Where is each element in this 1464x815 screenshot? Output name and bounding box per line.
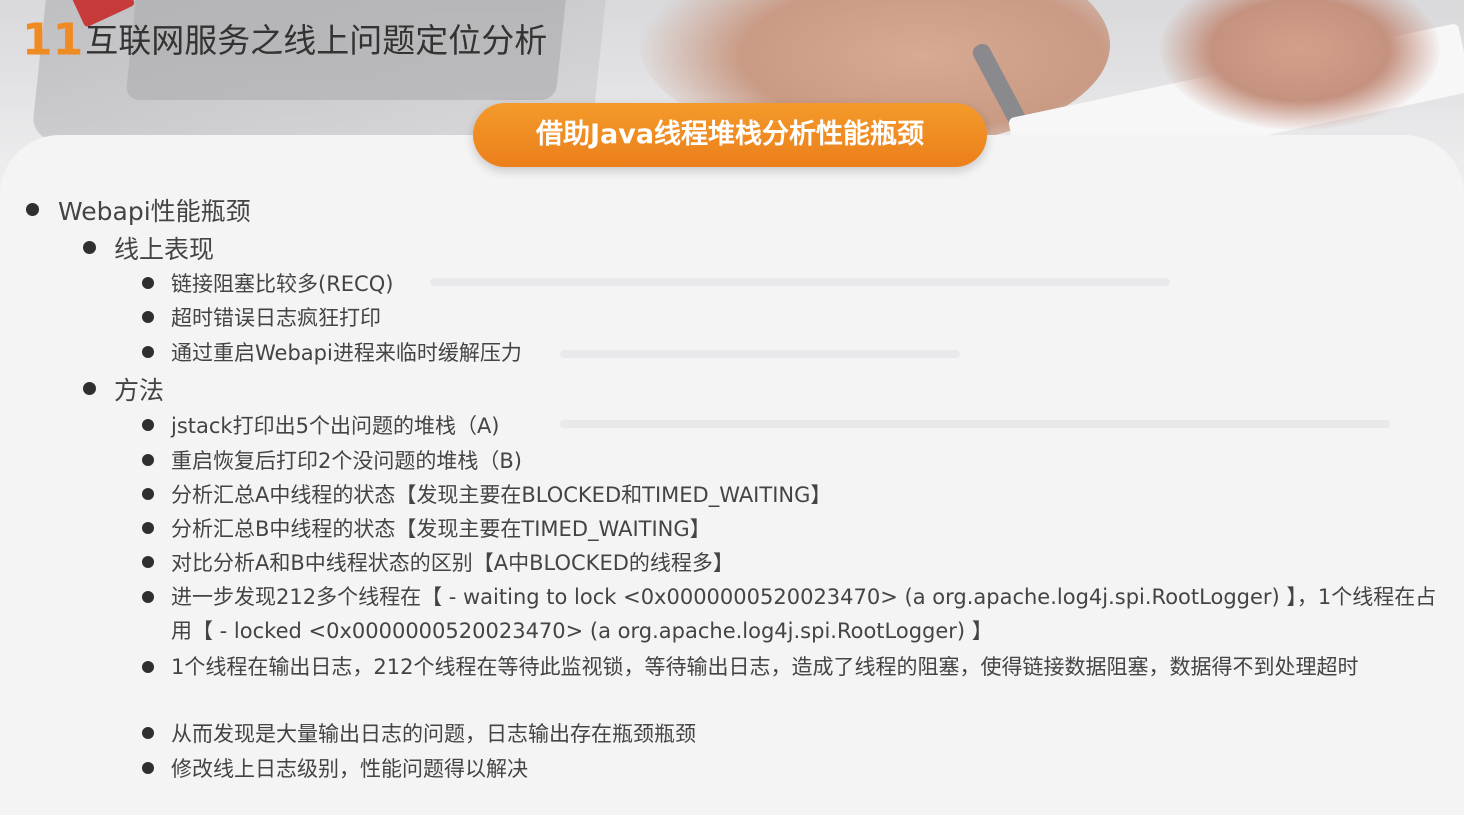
- list-item-text: 从而发现是大量输出日志的问题，日志输出存在瓶颈瓶颈: [171, 722, 696, 746]
- bullet-dot: [142, 311, 154, 323]
- outline-section-method: 方法: [83, 371, 165, 407]
- bullet-dot: [142, 277, 154, 289]
- list-item-text: 超时错误日志疯狂打印: [171, 306, 381, 330]
- list-item: 分析汇总A中线程的状态【发现主要在BLOCKED和TIMED_WAITING】: [142, 479, 832, 509]
- list-item: 超时错误日志疯狂打印: [142, 302, 381, 332]
- list-item-text: 1个线程在输出日志，212个线程在等待此监视锁，等待输出日志，造成了线程的阻塞，…: [171, 655, 1359, 679]
- list-item-text: 分析汇总A中线程的状态【发现主要在BLOCKED和TIMED_WAITING】: [171, 483, 832, 507]
- bullet-dot: [142, 488, 154, 500]
- list-item: jstack打印出5个出问题的堆栈（A): [142, 410, 500, 440]
- bullet-dot: [142, 556, 154, 568]
- list-item: 对比分析A和B中线程状态的区别【A中BLOCKED的线程多】: [142, 547, 734, 577]
- bullet-dot: [142, 762, 154, 774]
- section-label: 线上表现: [114, 235, 215, 264]
- bullet-dot: [26, 203, 39, 216]
- list-item: 修改线上日志级别，性能问题得以解决: [142, 753, 528, 783]
- outline-root-item: Webapi性能瓶颈: [26, 192, 251, 228]
- list-item: 从而发现是大量输出日志的问题，日志输出存在瓶颈瓶颈: [142, 718, 696, 748]
- list-item: 通过重启Webapi进程来临时缓解压力: [142, 337, 522, 367]
- outline-root-label: Webapi性能瓶颈: [58, 197, 251, 226]
- bullet-dot: [142, 661, 154, 673]
- list-item-text: jstack打印出5个出问题的堆栈（A): [171, 414, 500, 438]
- bullet-dot: [83, 241, 96, 254]
- list-item: 链接阻塞比较多(RECQ): [142, 268, 394, 298]
- bullet-outline: Webapi性能瓶颈 线上表现 链接阻塞比较多(RECQ) 超时错误日志疯狂打印…: [0, 0, 1464, 799]
- bullet-dot: [83, 382, 96, 395]
- list-item: 进一步发现212多个线程在【 - waiting to lock <0x0000…: [142, 580, 1456, 648]
- list-item: 重启恢复后打印2个没问题的堆栈（B): [142, 445, 522, 475]
- ghost-text-overlay: [430, 278, 1170, 286]
- bullet-dot: [142, 522, 154, 534]
- list-item-text: 进一步发现212多个线程在【 - waiting to lock <0x0000…: [171, 585, 1437, 643]
- outline-section-symptoms: 线上表现: [83, 230, 215, 266]
- list-item-text: 对比分析A和B中线程状态的区别【A中BLOCKED的线程多】: [171, 551, 734, 575]
- bullet-dot: [142, 346, 154, 358]
- ghost-text-overlay: [560, 350, 960, 358]
- bullet-dot: [142, 727, 154, 739]
- list-item-text: 分析汇总B中线程的状态【发现主要在TIMED_WAITING】: [171, 517, 711, 541]
- ghost-text-overlay: [560, 420, 1390, 428]
- list-item-text: 链接阻塞比较多(RECQ): [171, 272, 394, 296]
- bullet-dot: [142, 591, 154, 603]
- list-item-text: 重启恢复后打印2个没问题的堆栈（B): [171, 449, 522, 473]
- list-item-text: 通过重启Webapi进程来临时缓解压力: [171, 341, 522, 365]
- list-item: 分析汇总B中线程的状态【发现主要在TIMED_WAITING】: [142, 513, 711, 543]
- bullet-dot: [142, 454, 154, 466]
- list-item-text: 修改线上日志级别，性能问题得以解决: [171, 757, 528, 781]
- list-item: 1个线程在输出日志，212个线程在等待此监视锁，等待输出日志，造成了线程的阻塞，…: [142, 650, 1456, 684]
- section-label: 方法: [114, 376, 165, 405]
- bullet-dot: [142, 419, 154, 431]
